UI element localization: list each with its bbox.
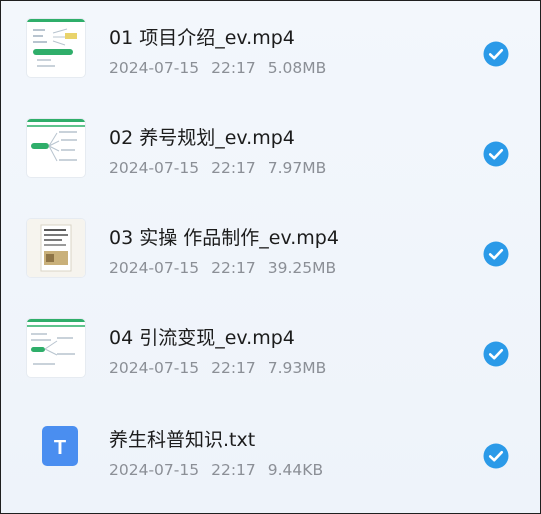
file-size: 39.25MB — [267, 259, 337, 277]
checked-icon[interactable] — [483, 141, 509, 167]
file-name: 03 实操 作品制作_ev.mp4 — [109, 227, 339, 249]
file-name: 养生科普知识.txt — [109, 429, 256, 451]
file-meta: 2024-07-15 22:17 5.08MB — [109, 59, 338, 77]
file-name: 02 养号规划_ev.mp4 — [109, 127, 295, 149]
file-row[interactable]: 02 养号规划_ev.mp4 2024-07-15 22:17 7.97MB — [1, 101, 540, 201]
file-size: 7.97MB — [267, 159, 327, 177]
file-meta: 2024-07-15 22:17 7.93MB — [109, 359, 338, 377]
file-meta: 2024-07-15 22:17 9.44KB — [109, 461, 335, 479]
file-size: 7.93MB — [267, 359, 327, 377]
file-list: 01 项目介绍_ev.mp4 2024-07-15 22:17 5.08MB 02 … — [0, 0, 541, 514]
video-thumbnail-icon — [27, 319, 85, 377]
file-row[interactable]: 01 项目介绍_ev.mp4 2024-07-15 22:17 5.08MB — [1, 1, 540, 101]
file-size: 9.44KB — [267, 461, 324, 479]
video-thumbnail-icon — [27, 219, 85, 277]
txt-file-icon: T — [42, 426, 78, 466]
file-meta: 2024-07-15 22:17 39.25MB — [109, 259, 348, 277]
file-date: 2024-07-15 — [109, 259, 200, 277]
file-name: 04 引流变现_ev.mp4 — [109, 327, 295, 349]
file-time: 22:17 — [211, 359, 256, 377]
file-date: 2024-07-15 — [109, 159, 200, 177]
video-thumbnail-icon — [27, 19, 85, 77]
file-date: 2024-07-15 — [109, 461, 200, 479]
file-row[interactable]: 03 实操 作品制作_ev.mp4 2024-07-15 22:17 39.25MB — [1, 201, 540, 301]
file-name: 01 项目介绍_ev.mp4 — [109, 27, 295, 49]
checked-icon[interactable] — [483, 443, 509, 469]
file-row[interactable]: 04 引流变现_ev.mp4 2024-07-15 22:17 7.93MB — [1, 301, 540, 401]
file-meta: 2024-07-15 22:17 7.97MB — [109, 159, 338, 177]
checked-icon[interactable] — [483, 41, 509, 67]
file-row[interactable]: T 养生科普知识.txt 2024-07-15 22:17 9.44KB — [1, 403, 540, 503]
checked-icon[interactable] — [483, 341, 509, 367]
file-time: 22:17 — [211, 159, 256, 177]
file-date: 2024-07-15 — [109, 359, 200, 377]
file-time: 22:17 — [211, 461, 256, 479]
file-date: 2024-07-15 — [109, 59, 200, 77]
file-time: 22:17 — [211, 59, 256, 77]
file-time: 22:17 — [211, 259, 256, 277]
txt-icon-letter: T — [54, 437, 66, 459]
file-size: 5.08MB — [267, 59, 327, 77]
checked-icon[interactable] — [483, 241, 509, 267]
video-thumbnail-icon — [27, 119, 85, 177]
